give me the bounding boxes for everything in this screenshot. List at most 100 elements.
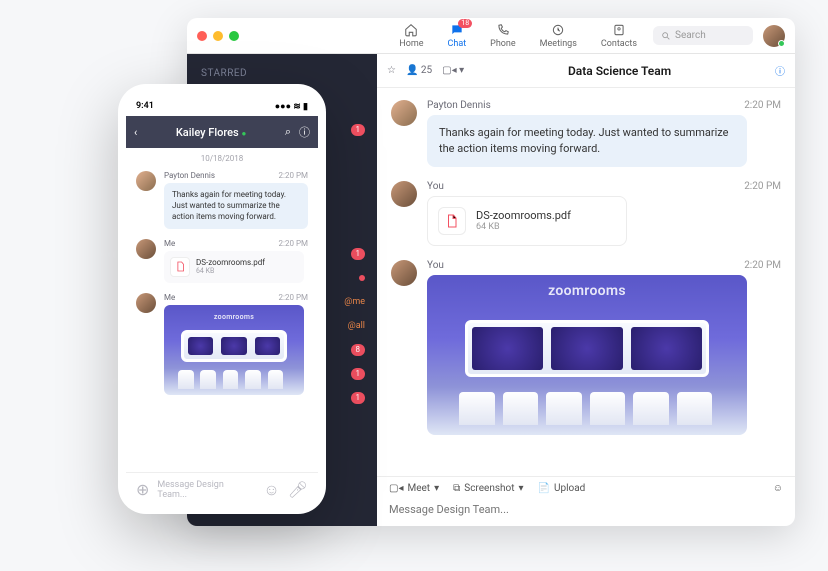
sender-name: Payton Dennis: [164, 171, 215, 180]
nav-chat-label: Chat: [448, 39, 467, 49]
message-header: Payton Dennis 2:20 PM: [427, 100, 781, 111]
sidebar-badge: 1: [351, 124, 366, 136]
home-icon: [404, 23, 418, 37]
sender-name: Payton Dennis: [427, 100, 491, 111]
chat-badge: 18: [458, 19, 472, 28]
file-size: 64 KB: [476, 222, 571, 232]
sender-avatar[interactable]: [391, 181, 417, 207]
message-time: 2:20 PM: [279, 171, 308, 180]
message-row: Payton Dennis 2:20 PM Thanks again for m…: [391, 100, 781, 167]
sender-avatar[interactable]: [136, 293, 156, 313]
search-icon: [661, 31, 671, 41]
maximize-window[interactable]: [229, 31, 239, 41]
image-overlay-text: zoomrooms: [164, 313, 304, 321]
composer: ▢◂ Meet ▾ ⧉ Screenshot ▾ 📄 Upload ☺: [377, 476, 795, 526]
upload-button[interactable]: 📄 Upload: [538, 483, 586, 494]
sender-avatar[interactable]: [391, 260, 417, 286]
nav-home[interactable]: Home: [399, 23, 423, 49]
message-col: You 2:20 PM zoomrooms: [427, 260, 781, 435]
message-input[interactable]: [389, 499, 783, 520]
minimize-window[interactable]: [213, 31, 223, 41]
plus-icon[interactable]: ⊕: [136, 480, 149, 499]
meet-button[interactable]: ▢◂ Meet ▾: [389, 483, 439, 494]
sender-avatar[interactable]: [136, 239, 156, 259]
file-name: DS-zoomrooms.pdf: [476, 209, 571, 222]
contacts-icon: [612, 23, 626, 37]
file-size: 64 KB: [196, 267, 265, 275]
nav-meetings-label: Meetings: [540, 39, 577, 49]
nav-chat[interactable]: 18 Chat: [448, 23, 467, 49]
sender-name: Me: [164, 293, 175, 302]
status-time: 9:41: [136, 101, 154, 111]
screenshot-label: Screenshot: [464, 483, 514, 494]
presence-dot: ●: [241, 129, 246, 138]
traffic-lights: [197, 31, 239, 41]
file-attachment[interactable]: DS-zoomrooms.pdf64 KB: [164, 251, 304, 283]
search-icon[interactable]: ⌕: [285, 125, 291, 139]
image-attachment[interactable]: zoomrooms: [164, 305, 304, 395]
message-col: Payton Dennis 2:20 PM Thanks again for m…: [427, 100, 781, 167]
messages-list: Payton Dennis 2:20 PM Thanks again for m…: [377, 88, 795, 476]
phone-composer: ⊕ Message Design Team... ☺ 🎤︎: [126, 472, 318, 506]
close-window[interactable]: [197, 31, 207, 41]
sender-name: You: [427, 181, 444, 192]
titlebar: Home 18 Chat Phone Meetings Contacts S: [187, 18, 795, 54]
nav-meetings[interactable]: Meetings: [540, 23, 577, 49]
chat-title: Data Science Team: [474, 64, 765, 78]
message-time: 2:20 PM: [744, 100, 781, 111]
phone-message-row: Me 2:20 PM DS-zoomrooms.pdf64 KB: [126, 237, 318, 291]
image-attachment[interactable]: zoomrooms: [427, 275, 747, 435]
nav-phone[interactable]: Phone: [490, 23, 516, 49]
phone-input-placeholder[interactable]: Message Design Team...: [157, 480, 255, 500]
composer-toolbar: ▢◂ Meet ▾ ⧉ Screenshot ▾ 📄 Upload ☺: [389, 483, 783, 494]
sender-avatar[interactable]: [391, 100, 417, 126]
unread-dot: [359, 275, 365, 281]
nav-phone-label: Phone: [490, 39, 516, 49]
message-time: 2:20 PM: [279, 293, 308, 302]
phone-icon: [496, 23, 510, 37]
status-icons: ●●● ≋ ▮: [275, 101, 308, 112]
mic-icon[interactable]: 🎤︎: [288, 480, 308, 499]
file-name: DS-zoomrooms.pdf: [196, 258, 265, 267]
sender-avatar[interactable]: [136, 171, 156, 191]
sender-name: Me: [164, 239, 175, 248]
message-row: You 2:20 PM zoomrooms: [391, 260, 781, 435]
search-box[interactable]: Search: [653, 26, 753, 45]
phone-message-row: Payton Dennis 2:20 PM Thanks again for me…: [126, 169, 318, 237]
date-divider: 10/18/2018: [126, 148, 318, 169]
pdf-icon: [438, 207, 466, 235]
meet-label: Meet: [407, 483, 430, 494]
user-avatar[interactable]: [763, 25, 785, 47]
chat-pane: ☆ 👤 25 ▢◂ ▾ Data Science Team ⓘ Payton D…: [377, 54, 795, 526]
message-header: You 2:20 PM: [427, 181, 781, 192]
search-placeholder: Search: [675, 30, 706, 41]
phone-nav: ‹ Kailey Flores ● ⌕ ⓘ: [126, 116, 318, 148]
emoji-icon[interactable]: ☺: [263, 480, 279, 500]
chat-header: ☆ 👤 25 ▢◂ ▾ Data Science Team ⓘ: [377, 54, 795, 88]
screenshot-button[interactable]: ⧉ Screenshot ▾: [453, 483, 523, 494]
star-toggle[interactable]: ☆: [387, 65, 396, 76]
message-bubble[interactable]: Thanks again for meeting today. Just wan…: [164, 183, 308, 229]
clock-icon: [551, 23, 565, 37]
sidebar-badge: 1: [351, 248, 366, 260]
at-all-label: @all: [348, 321, 365, 331]
at-me-label: @me: [344, 297, 365, 307]
nav-contacts-label: Contacts: [601, 39, 637, 49]
member-count[interactable]: 👤 25: [406, 65, 432, 76]
info-icon[interactable]: ⓘ: [775, 63, 785, 78]
file-attachment[interactable]: DS-zoomrooms.pdf 64 KB: [427, 196, 627, 246]
phone-screen: 9:41 ●●● ≋ ▮ ‹ Kailey Flores ● ⌕ ⓘ 10/18…: [126, 92, 318, 506]
video-dropdown[interactable]: ▢◂ ▾: [442, 65, 464, 76]
sender-name: You: [427, 260, 444, 271]
image-overlay-text: zoomrooms: [427, 283, 747, 299]
room-image: zoomrooms: [427, 275, 747, 435]
message-time: 2:20 PM: [744, 260, 781, 271]
message-time: 2:20 PM: [744, 181, 781, 192]
message-bubble[interactable]: Thanks again for meeting today. Just wan…: [427, 115, 747, 167]
message-time: 2:20 PM: [279, 239, 308, 248]
top-nav: Home 18 Chat Phone Meetings Contacts: [399, 23, 637, 49]
pdf-icon: [170, 257, 190, 277]
emoji-icon[interactable]: ☺: [773, 483, 783, 494]
nav-contacts[interactable]: Contacts: [601, 23, 637, 49]
info-icon[interactable]: ⓘ: [299, 124, 310, 140]
